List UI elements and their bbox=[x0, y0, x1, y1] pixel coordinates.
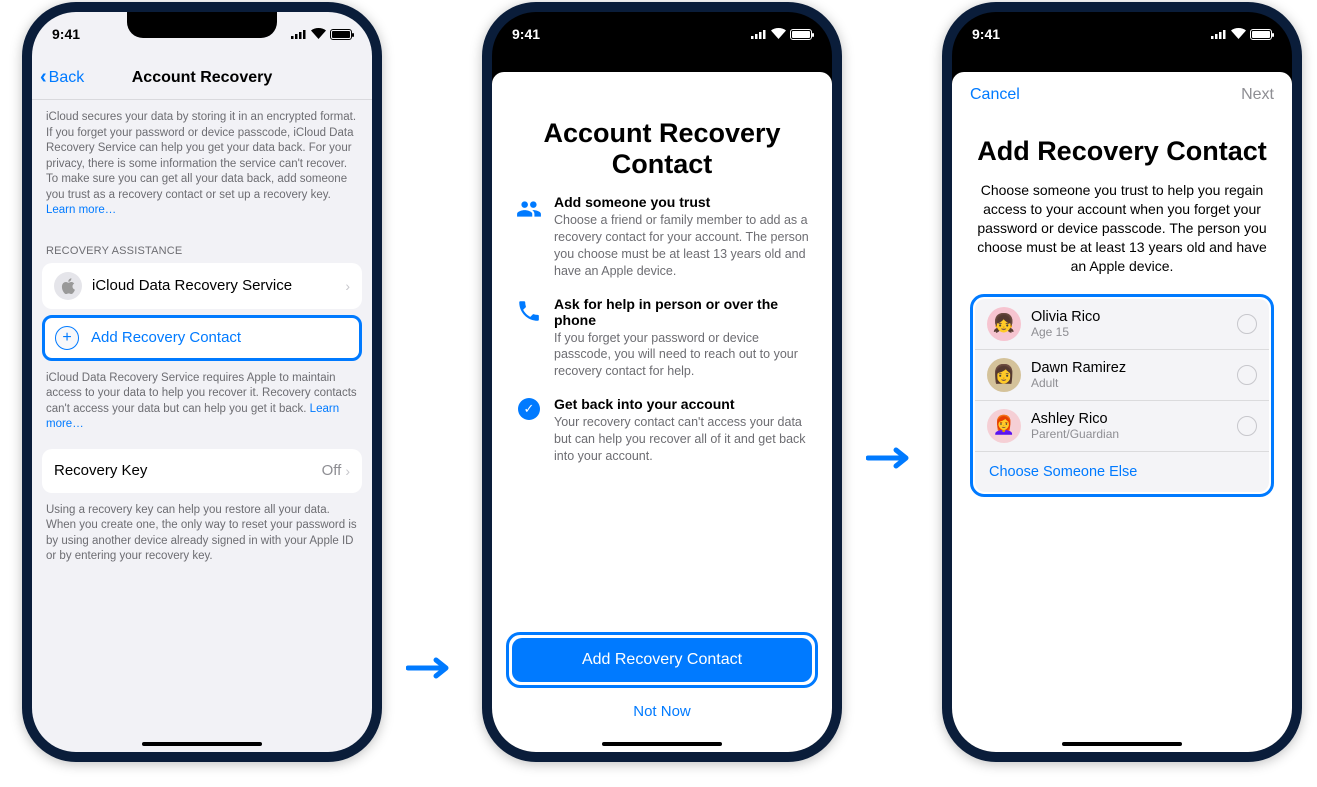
recovery-assistance-group: iCloud Data Recovery Service › bbox=[42, 263, 362, 309]
section-header: RECOVERY ASSISTANCE bbox=[32, 227, 372, 263]
contact-row[interactable]: 👩 Dawn Ramirez Adult bbox=[975, 350, 1269, 401]
contact-sub: Parent/Guardian bbox=[1031, 427, 1237, 441]
flow-arrow-icon bbox=[406, 656, 454, 680]
info-row-trust: Add someone you trust Choose a friend or… bbox=[510, 194, 814, 280]
recovery-key-group: Recovery Key Off › bbox=[42, 449, 362, 493]
phone-icon bbox=[510, 296, 548, 381]
radio-unchecked[interactable] bbox=[1237, 416, 1257, 436]
icloud-recovery-row[interactable]: iCloud Data Recovery Service › bbox=[42, 263, 362, 309]
contact-name: Dawn Ramirez bbox=[1031, 360, 1237, 376]
sheet-title: Account Recovery Contact bbox=[510, 118, 814, 180]
info-text: Choose a friend or family member to add … bbox=[554, 212, 814, 280]
back-label: Back bbox=[49, 69, 85, 87]
chevron-right-icon: › bbox=[345, 278, 350, 294]
people-icon bbox=[510, 194, 548, 280]
sheet-nav: Cancel Next bbox=[952, 72, 1292, 118]
row-label: Add Recovery Contact bbox=[91, 329, 349, 346]
recovery-key-row[interactable]: Recovery Key Off › bbox=[42, 449, 362, 493]
checkmark-icon: ✓ bbox=[510, 396, 548, 465]
wifi-icon bbox=[311, 26, 326, 42]
row-label: iCloud Data Recovery Service bbox=[92, 277, 345, 294]
info-row-recover: ✓ Get back into your account Your recove… bbox=[510, 396, 814, 465]
avatar: 👩 bbox=[987, 358, 1021, 392]
status-time: 9:41 bbox=[52, 26, 80, 42]
add-recovery-contact-button[interactable]: Add Recovery Contact bbox=[512, 638, 812, 682]
status-indicators bbox=[751, 26, 812, 42]
radio-unchecked[interactable] bbox=[1237, 365, 1257, 385]
contact-sub: Adult bbox=[1031, 376, 1237, 390]
cellular-icon bbox=[1211, 26, 1227, 42]
contact-list: 👧 Olivia Rico Age 15 👩 Dawn Ramirez Adul… bbox=[975, 299, 1269, 492]
cancel-button[interactable]: Cancel bbox=[970, 86, 1020, 104]
cellular-icon bbox=[751, 26, 767, 42]
battery-icon bbox=[1250, 29, 1272, 40]
contact-list-highlight: 👧 Olivia Rico Age 15 👩 Dawn Ramirez Adul… bbox=[970, 294, 1274, 497]
phone-frame-2: 9:41 Account Recovery Contact Add someon… bbox=[482, 2, 842, 762]
back-button[interactable]: ‹ Back bbox=[40, 66, 84, 89]
status-time: 9:41 bbox=[512, 26, 540, 42]
footer-text: iCloud Data Recovery Service requires Ap… bbox=[32, 361, 372, 441]
wifi-icon bbox=[1231, 26, 1246, 42]
info-row-help: Ask for help in person or over the phone… bbox=[510, 296, 814, 381]
row-value: Off bbox=[322, 462, 342, 479]
battery-icon bbox=[790, 29, 812, 40]
contact-name: Ashley Rico bbox=[1031, 411, 1237, 427]
home-indicator[interactable] bbox=[142, 742, 262, 746]
chevron-left-icon: ‹ bbox=[40, 66, 47, 89]
home-indicator[interactable] bbox=[602, 742, 722, 746]
notch bbox=[127, 12, 277, 38]
choose-someone-else-button[interactable]: Choose Someone Else bbox=[975, 452, 1269, 492]
notch bbox=[587, 12, 737, 38]
wifi-icon bbox=[771, 26, 786, 42]
plus-icon: + bbox=[55, 326, 79, 350]
row-label: Recovery Key bbox=[54, 462, 322, 479]
info-title: Get back into your account bbox=[554, 396, 814, 412]
notch bbox=[1047, 12, 1197, 38]
cellular-icon bbox=[291, 26, 307, 42]
add-recovery-contact-row[interactable]: + Add Recovery Contact bbox=[42, 315, 362, 361]
sheet-description: Choose someone you trust to help you reg… bbox=[970, 181, 1274, 293]
sheet-title: Add Recovery Contact bbox=[970, 136, 1274, 167]
learn-more-link[interactable]: Learn more… bbox=[46, 204, 116, 216]
chevron-right-icon: › bbox=[345, 463, 350, 479]
primary-button-highlight: Add Recovery Contact bbox=[506, 632, 818, 688]
contact-name: Olivia Rico bbox=[1031, 309, 1237, 325]
phone-frame-1: 9:41 ‹ Back Account Recovery iClo bbox=[22, 2, 382, 762]
info-title: Ask for help in person or over the phone bbox=[554, 296, 814, 328]
modal-sheet: Account Recovery Contact Add someone you… bbox=[492, 72, 832, 752]
status-indicators bbox=[291, 26, 352, 42]
home-indicator[interactable] bbox=[1062, 742, 1182, 746]
intro-text: iCloud secures your data by storing it i… bbox=[32, 100, 372, 227]
modal-sheet: Add Recovery Contact Choose someone you … bbox=[952, 72, 1292, 752]
contact-row[interactable]: 👧 Olivia Rico Age 15 bbox=[975, 299, 1269, 350]
phone-frame-3: 9:41 Cancel Next Add Recovery Contact Ch… bbox=[942, 2, 1302, 762]
footer-text: Using a recovery key can help you restor… bbox=[32, 493, 372, 573]
contact-sub: Age 15 bbox=[1031, 325, 1237, 339]
apple-icon bbox=[54, 272, 82, 300]
avatar: 👩‍🦰 bbox=[987, 409, 1021, 443]
next-button[interactable]: Next bbox=[1241, 86, 1274, 104]
info-text: Your recovery contact can't access your … bbox=[554, 414, 814, 465]
flow-arrow-icon bbox=[866, 446, 914, 470]
battery-icon bbox=[330, 29, 352, 40]
page-title: Account Recovery bbox=[132, 69, 273, 87]
navbar: ‹ Back Account Recovery bbox=[32, 56, 372, 100]
avatar: 👧 bbox=[987, 307, 1021, 341]
radio-unchecked[interactable] bbox=[1237, 314, 1257, 334]
contact-row[interactable]: 👩‍🦰 Ashley Rico Parent/Guardian bbox=[975, 401, 1269, 452]
info-text: If you forget your password or device pa… bbox=[554, 330, 814, 381]
status-indicators bbox=[1211, 26, 1272, 42]
not-now-button[interactable]: Not Now bbox=[492, 703, 832, 720]
status-time: 9:41 bbox=[972, 26, 1000, 42]
info-title: Add someone you trust bbox=[554, 194, 814, 210]
